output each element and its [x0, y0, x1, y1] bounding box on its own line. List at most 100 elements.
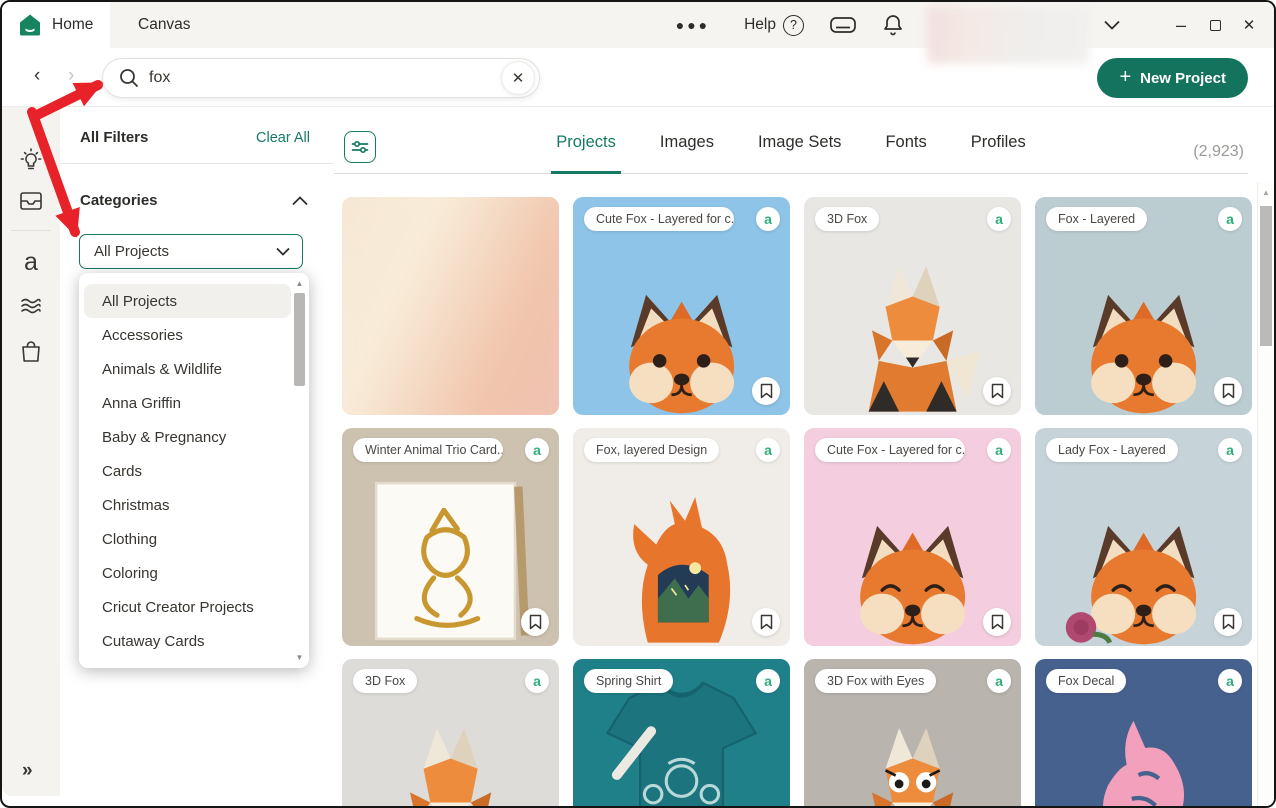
bookmark-button[interactable] [983, 377, 1011, 405]
project-card[interactable]: 3D Fox a [342, 659, 559, 808]
filters-divider [60, 163, 334, 164]
bookmark-button[interactable] [1214, 608, 1242, 636]
results-scrollbar-thumb[interactable] [1260, 206, 1272, 346]
bookmark-button[interactable] [752, 377, 780, 405]
canvas-tab-label: Canvas [138, 16, 191, 33]
cricut-access-badge-icon: a [756, 438, 780, 462]
tab-projects[interactable]: Projects [551, 113, 621, 174]
dropdown-option[interactable]: All Projects [84, 284, 291, 318]
dropdown-scrollbar[interactable]: ▲ ▼ [293, 279, 306, 662]
tab-canvas[interactable]: Canvas [138, 16, 191, 34]
result-count: (2,923) [1193, 143, 1244, 161]
chevron-down-icon [276, 247, 290, 256]
project-title-pill: Fox, layered Design [584, 438, 719, 462]
cricut-access-icon[interactable]: a [24, 250, 38, 275]
cricut-logo-icon [18, 13, 42, 37]
project-card[interactable]: Cute Fox - Layered for c... a [804, 428, 1021, 646]
new-project-button[interactable]: + New Project [1097, 58, 1248, 98]
bookmark-button[interactable] [1214, 377, 1242, 405]
cricut-access-badge-icon: a [525, 438, 549, 462]
new-project-label: New Project [1140, 70, 1226, 87]
project-card[interactable]: Lady Fox - Layered a [1035, 428, 1252, 646]
cricut-access-badge-icon: a [987, 669, 1011, 693]
bookmark-button[interactable] [521, 608, 549, 636]
back-button[interactable]: ‹ [34, 65, 40, 87]
project-title-pill: 3D Fox with Eyes [815, 669, 936, 693]
title-bar: Home Canvas ●●● Help ? – ✕ [2, 2, 1274, 48]
tab-profiles[interactable]: Profiles [966, 113, 1031, 174]
dropdown-option[interactable]: Cards [84, 454, 291, 488]
filters-panel: All Filters Clear All Categories All Pro… [60, 107, 334, 806]
search-icon [118, 67, 140, 89]
results-scrollbar[interactable]: ▲ [1257, 182, 1274, 806]
project-title-pill: 3D Fox [815, 207, 879, 231]
dropdown-option[interactable]: Animals & Wildlife [84, 352, 291, 386]
results-tabs: Projects Images Image Sets Fonts Profiles [334, 107, 1248, 174]
project-card[interactable]: a [342, 197, 559, 415]
dropdown-option[interactable]: Anna Griffin [84, 386, 291, 420]
tab-home[interactable]: Home [2, 2, 110, 48]
dropdown-option[interactable]: Accessories [84, 318, 291, 352]
close-button[interactable]: ✕ [1232, 10, 1266, 40]
project-card[interactable]: 3D Fox with Eyes a [804, 659, 1021, 808]
waves-icon[interactable] [18, 295, 44, 317]
dropdown-option[interactable]: Baby & Pregnancy [84, 420, 291, 454]
expand-sidebar-icon[interactable]: » [22, 760, 33, 782]
machine-icon[interactable] [830, 16, 856, 34]
scroll-up-icon[interactable]: ▲ [293, 279, 306, 288]
rail-divider [11, 230, 51, 231]
question-icon: ? [783, 15, 804, 36]
search-input[interactable] [149, 69, 501, 87]
tab-images[interactable]: Images [655, 113, 719, 174]
dropdown-option[interactable]: Cricut Creator Projects [84, 590, 291, 624]
notifications-bell-icon[interactable] [882, 13, 904, 37]
cricut-access-badge-icon: a [525, 669, 549, 693]
dropdown-scrollbar-thumb[interactable] [294, 293, 305, 386]
project-title-pill: 3D Fox [353, 669, 417, 693]
results-area: Projects Images Image Sets Fonts Profiles (2… [334, 107, 1274, 806]
project-card[interactable]: Fox, layered Design a [573, 428, 790, 646]
chevron-up-icon [292, 196, 308, 206]
dropdown-option[interactable]: Cutaway Cards [84, 624, 291, 658]
tab-fonts[interactable]: Fonts [880, 113, 931, 174]
home-tab-label: Home [52, 16, 93, 34]
project-card[interactable]: Fox - Layered a [1035, 197, 1252, 415]
project-card[interactable]: Fox Decal a [1035, 659, 1252, 808]
maximize-button[interactable] [1198, 10, 1232, 40]
project-card[interactable]: Cute Fox - Layered for c... a [573, 197, 790, 415]
project-card[interactable]: 3D Fox a [804, 197, 1021, 415]
dropdown-option[interactable]: Coloring [84, 556, 291, 590]
categories-select[interactable]: All Projects [79, 234, 303, 269]
clear-all-link[interactable]: Clear All [256, 130, 310, 146]
categories-dropdown: All ProjectsAccessoriesAnimals & Wildlif… [79, 273, 309, 668]
project-grid: a Cute Fox - Layered for c... a [342, 197, 1252, 808]
project-card[interactable]: Winter Animal Trio Card... a [342, 428, 559, 646]
ideas-lightbulb-icon[interactable] [18, 147, 44, 174]
scroll-down-icon[interactable]: ▼ [293, 653, 306, 662]
titlebar-actions: ●●● Help ? – ✕ [676, 2, 1274, 48]
cricut-access-badge-icon: a [1218, 207, 1242, 231]
help-label: Help [744, 16, 776, 34]
search-bar[interactable]: ✕ [102, 58, 540, 98]
minimize-button[interactable]: – [1164, 10, 1198, 40]
cricut-access-badge-icon: a [1218, 438, 1242, 462]
project-title-pill: Spring Shirt [584, 669, 673, 693]
project-title-pill: Fox Decal [1046, 669, 1126, 693]
project-card[interactable]: Spring Shirt a [573, 659, 790, 808]
categories-section-header[interactable]: Categories [80, 192, 308, 209]
inbox-tray-icon[interactable] [18, 189, 44, 213]
cricut-access-badge-icon: a [1218, 669, 1242, 693]
cricut-access-badge-icon: a [987, 207, 1011, 231]
tab-image-sets[interactable]: Image Sets [753, 113, 846, 174]
overflow-menu-icon[interactable]: ●●● [676, 17, 710, 33]
dropdown-option[interactable]: Christmas [84, 488, 291, 522]
forward-button[interactable]: › [68, 65, 74, 87]
clear-search-button[interactable]: ✕ [501, 61, 535, 95]
scrollbar-up-icon[interactable]: ▲ [1258, 188, 1274, 197]
dropdown-option[interactable]: Clothing [84, 522, 291, 556]
bookmark-button[interactable] [983, 608, 1011, 636]
bookmark-button[interactable] [752, 608, 780, 636]
help-button[interactable]: Help ? [744, 15, 804, 36]
account-chevron-icon[interactable] [1104, 20, 1120, 30]
shopping-bag-icon[interactable] [19, 339, 43, 365]
